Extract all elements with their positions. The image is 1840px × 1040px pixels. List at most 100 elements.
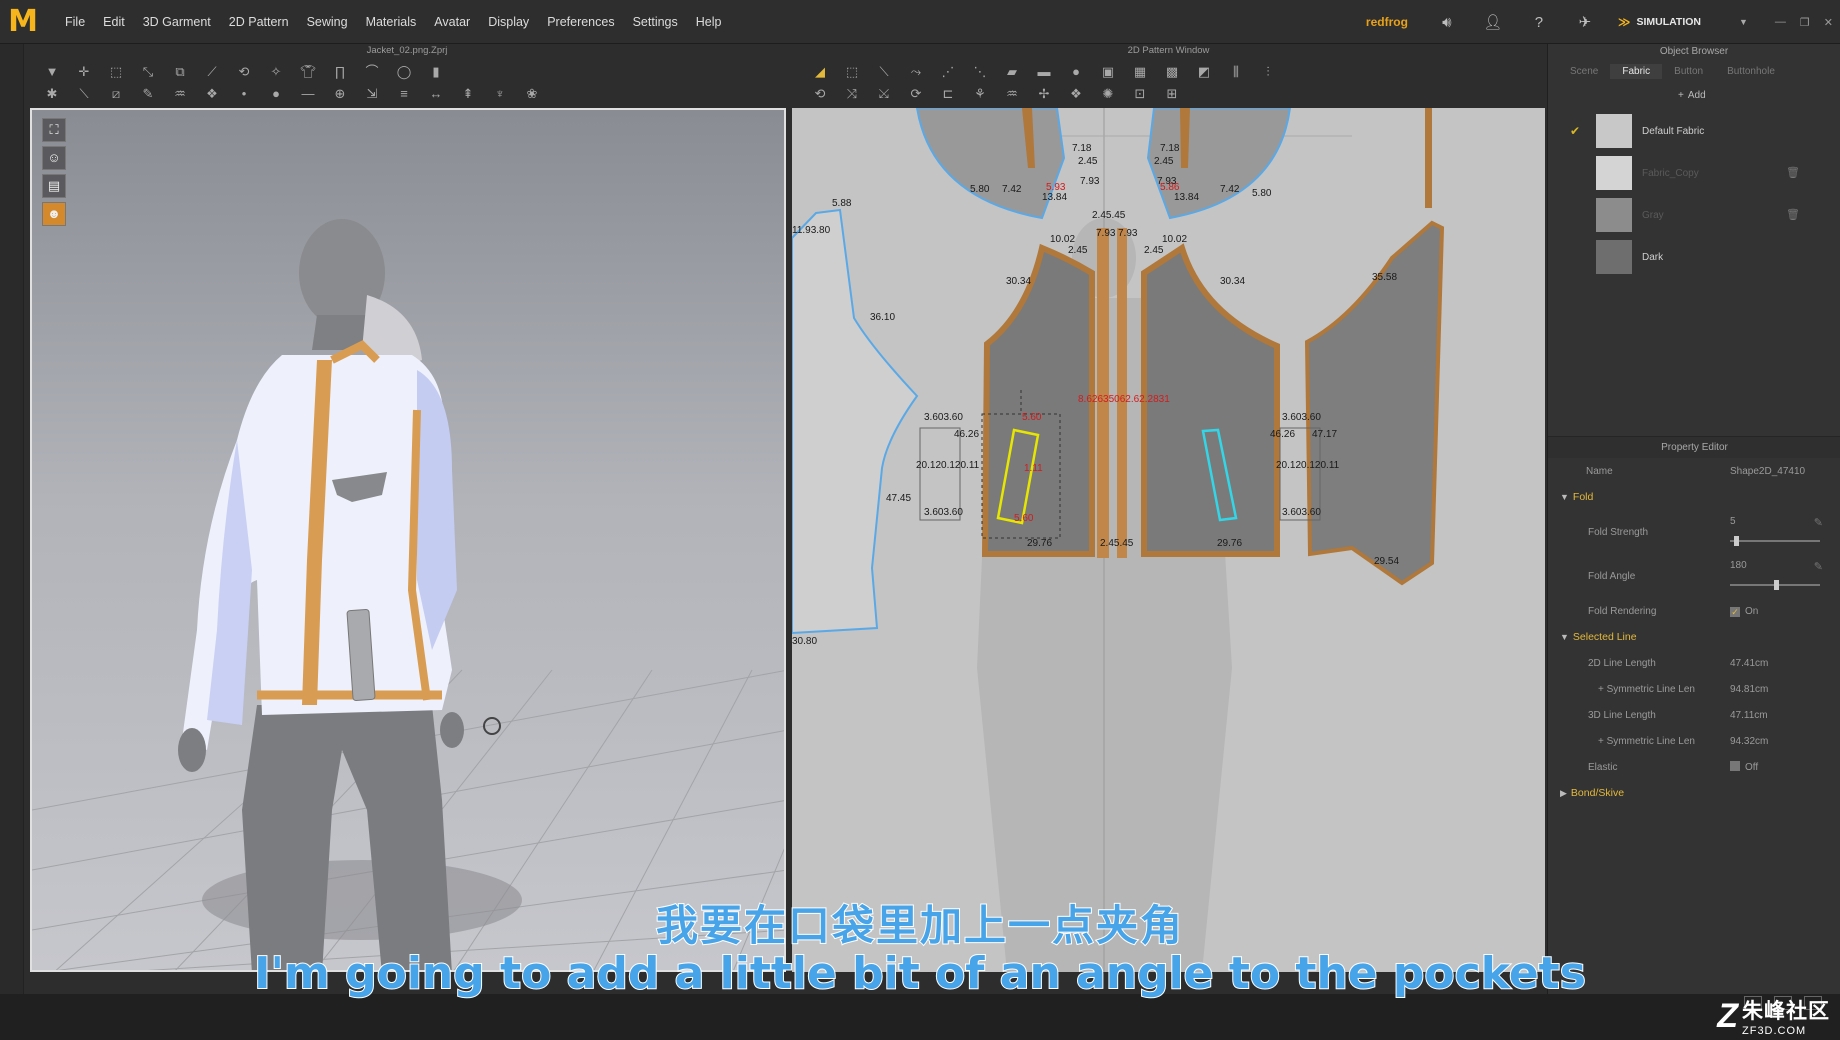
- garment-icon[interactable]: 👕︎: [300, 64, 317, 80]
- prop-name-value[interactable]: Shape2D_47410: [1730, 466, 1805, 477]
- curvature-icon[interactable]: ⋰: [940, 64, 956, 80]
- menu-settings[interactable]: Settings: [624, 0, 687, 44]
- edit-curve-icon[interactable]: ⤳: [908, 64, 924, 80]
- internal-circle-icon[interactable]: ▩: [1164, 64, 1180, 80]
- flatten-icon[interactable]: ❖: [204, 86, 220, 102]
- view-garment-icon[interactable]: ⛶: [42, 118, 66, 142]
- bond-skive-section-toggle[interactable]: ▶ Bond/Skive: [1560, 787, 1624, 799]
- topstitch-icon[interactable]: ♆: [492, 86, 508, 102]
- measure-icon[interactable]: ⟍: [76, 86, 92, 102]
- internal-rect-icon[interactable]: ▦: [1132, 64, 1148, 80]
- free-sew-icon[interactable]: ⤨: [844, 86, 860, 102]
- line-icon[interactable]: —: [300, 86, 316, 102]
- notch-icon[interactable]: ⫶: [1260, 64, 1276, 80]
- menu-edit[interactable]: Edit: [94, 0, 134, 44]
- tack-2d-icon[interactable]: ♒: [1004, 86, 1020, 102]
- avatar-pose-icon[interactable]: ✱: [44, 86, 60, 102]
- arrange-icon[interactable]: ⧄: [108, 86, 124, 102]
- pin-icon[interactable]: ⟋: [204, 64, 220, 80]
- slider-knob[interactable]: [1774, 580, 1779, 590]
- circle-icon[interactable]: ●: [1068, 64, 1084, 80]
- point-icon[interactable]: •: [236, 86, 252, 102]
- loop-icon[interactable]: ◯: [396, 64, 412, 80]
- menu-preferences[interactable]: Preferences: [538, 0, 623, 44]
- tab-scene[interactable]: Scene: [1558, 64, 1610, 79]
- fabric-item[interactable]: ✔ Default Fabric: [1548, 110, 1840, 152]
- texture-2d-icon[interactable]: ❖: [1068, 86, 1084, 102]
- speaker-icon[interactable]: 🔊︎: [1436, 11, 1458, 33]
- move-icon[interactable]: ✛: [76, 64, 92, 80]
- texture-icon[interactable]: ❀: [524, 86, 540, 102]
- menu-sewing[interactable]: Sewing: [298, 0, 357, 44]
- line-length-2d-value[interactable]: 47.41cm: [1730, 658, 1768, 669]
- bird-icon[interactable]: ✈︎: [1574, 11, 1596, 33]
- view-avatar-icon[interactable]: ☺: [42, 146, 66, 170]
- trace-icon[interactable]: ⫼: [1228, 64, 1244, 80]
- graphic-icon[interactable]: ✺: [1100, 86, 1116, 102]
- transform-icon[interactable]: ⤡: [140, 64, 156, 80]
- fold-strength-slider[interactable]: [1730, 536, 1820, 546]
- pants-icon[interactable]: ∏: [332, 64, 348, 80]
- box-select-icon[interactable]: ⬚: [108, 64, 124, 80]
- fold-rendering-checkbox[interactable]: ✓ On: [1730, 606, 1758, 617]
- edge-icon[interactable]: ≡: [396, 86, 412, 102]
- pin-garment-icon[interactable]: ✎: [140, 86, 156, 102]
- minimize-icon[interactable]: —: [1775, 16, 1786, 28]
- edit-texture-icon[interactable]: ⊞: [1164, 86, 1180, 102]
- grain-icon[interactable]: ↔: [428, 86, 444, 102]
- zip-icon[interactable]: ⊕: [332, 86, 348, 102]
- fold-angle-value[interactable]: 180: [1730, 560, 1747, 571]
- edit-pattern-icon[interactable]: ◢: [812, 64, 828, 80]
- tack-icon[interactable]: ⟲: [236, 64, 252, 80]
- 2d-viewport[interactable]: 5.88 11.93.80 36.10 47.45 30.80 5.80 7.4…: [792, 108, 1545, 972]
- garment-fit-icon[interactable]: ⇞: [460, 86, 476, 102]
- fold-arrange-icon[interactable]: ⧉: [172, 64, 188, 80]
- view-skin-icon[interactable]: ☻: [42, 202, 66, 226]
- shirt-icon[interactable]: ♒: [172, 86, 188, 102]
- select-icon[interactable]: ▼: [44, 64, 60, 80]
- lasso-icon[interactable]: ⌒: [364, 64, 380, 80]
- user-name[interactable]: redfrog: [1366, 15, 1408, 29]
- menu-3d-garment[interactable]: 3D Garment: [134, 0, 220, 44]
- transform-pattern-icon[interactable]: ⬚: [844, 64, 860, 80]
- segment-sew-icon[interactable]: ⟲: [812, 86, 828, 102]
- dart-icon[interactable]: ◩: [1196, 64, 1212, 80]
- button-icon[interactable]: ●: [268, 86, 284, 102]
- zoom-pattern-icon[interactable]: ⊡: [1132, 86, 1148, 102]
- help-icon[interactable]: ?: [1528, 11, 1550, 33]
- menu-display[interactable]: Display: [479, 0, 538, 44]
- fabric-item[interactable]: Gray 🗑︎: [1548, 194, 1840, 236]
- slider-knob[interactable]: [1734, 536, 1739, 546]
- check-sew-icon[interactable]: ⊏: [940, 86, 956, 102]
- fold-section-toggle[interactable]: ▼ Fold: [1560, 491, 1593, 503]
- strengthen-icon[interactable]: ✧: [268, 64, 284, 80]
- user-icon[interactable]: 👤︎: [1482, 11, 1504, 33]
- internal-polygon-icon[interactable]: ▣: [1100, 64, 1116, 80]
- add-point-icon[interactable]: ⋱: [972, 64, 988, 80]
- trash-icon[interactable]: 🗑︎: [1786, 166, 1800, 179]
- restore-icon[interactable]: ❐: [1800, 16, 1810, 29]
- selected-line-section-toggle[interactable]: ▼ Selected Line: [1560, 631, 1637, 643]
- fabric-item[interactable]: Dark: [1548, 236, 1840, 278]
- mode-selector[interactable]: ≫ SIMULATION ▼: [1618, 9, 1748, 35]
- view-texture-icon[interactable]: ▤: [42, 174, 66, 198]
- pencil-icon[interactable]: ✎: [1814, 516, 1823, 529]
- menu-help[interactable]: Help: [687, 0, 731, 44]
- tab-buttonhole[interactable]: Buttonhole: [1715, 64, 1787, 79]
- fold-strength-value[interactable]: 5: [1730, 516, 1736, 527]
- tab-fabric[interactable]: Fabric: [1610, 63, 1663, 79]
- polygon-icon[interactable]: ▰: [1004, 64, 1020, 80]
- menu-file[interactable]: File: [56, 0, 94, 44]
- tape-icon[interactable]: ⇲: [364, 86, 380, 102]
- tab-button[interactable]: Button: [1662, 64, 1715, 79]
- multi-sew-icon[interactable]: ⤩: [876, 86, 892, 102]
- fabric-item[interactable]: Fabric_Copy 🗑︎: [1548, 152, 1840, 194]
- menu-materials[interactable]: Materials: [357, 0, 426, 44]
- edit-sew-icon[interactable]: ⟳: [908, 86, 924, 102]
- pencil-icon[interactable]: ✎: [1814, 560, 1823, 573]
- 3d-viewport[interactable]: ⛶ ☺ ▤ ☻: [30, 108, 786, 972]
- menu-2d-pattern[interactable]: 2D Pattern: [220, 0, 298, 44]
- add-fabric-button[interactable]: + Add: [1678, 84, 1840, 106]
- bar-icon[interactable]: ▮: [428, 64, 444, 80]
- elastic-checkbox[interactable]: Off: [1730, 761, 1758, 773]
